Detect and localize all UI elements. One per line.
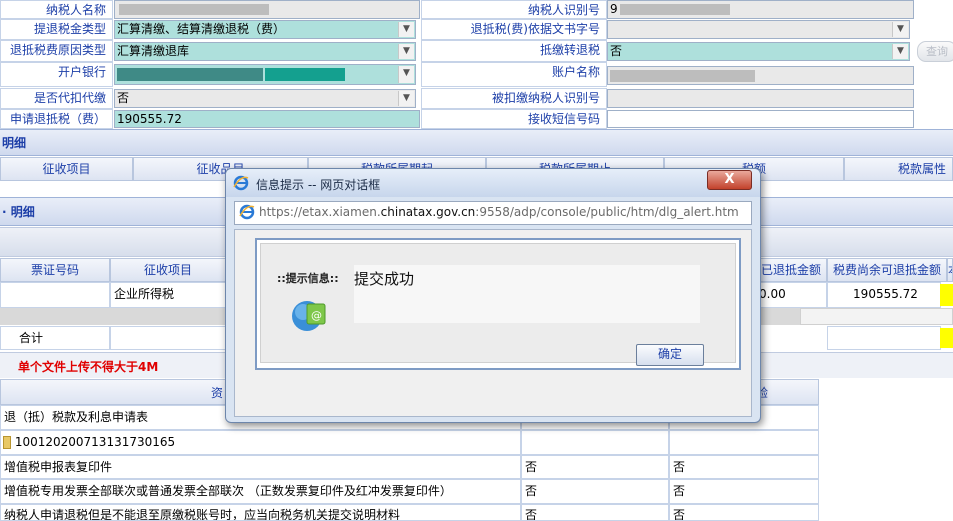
- section-title: 明细: [10, 205, 35, 219]
- page-icon: [239, 204, 255, 220]
- dialog-body: ::提示信息:: 提交成功 @ 确定: [234, 229, 752, 417]
- ok-button[interactable]: 确定: [636, 344, 704, 366]
- chevron-down-icon[interactable]: ▼: [398, 22, 414, 37]
- sms-field[interactable]: [607, 110, 914, 128]
- list-item-col-a: 否: [521, 455, 669, 479]
- refund-doc-select[interactable]: ▼: [607, 20, 910, 39]
- list-item-col-a: 否: [521, 504, 669, 521]
- transfer-value: 否: [610, 44, 623, 58]
- list-item-col-b: [669, 430, 819, 455]
- list-item[interactable]: 10012020071313173016​5: [0, 430, 521, 455]
- taxpayer-name-field: [114, 0, 420, 19]
- file-link[interactable]: 10012020071313173016​5: [15, 435, 175, 449]
- ie-icon: [233, 175, 249, 191]
- withheld-id-field[interactable]: [607, 89, 914, 108]
- list-item-col-b: 否: [669, 455, 819, 479]
- withholding-value: 否: [117, 91, 130, 105]
- total-cell: [827, 326, 941, 350]
- upload-warning: 单个文件上传不得大于4M: [18, 360, 159, 374]
- list-item-col-b: 否: [669, 504, 819, 521]
- section-marker: ·: [2, 205, 7, 219]
- withheld-id-label: 被扣缴纳税人识别号: [421, 88, 607, 109]
- list-item-col-b: 否: [669, 479, 819, 504]
- list-item-col-a: [521, 430, 669, 455]
- col-header: 税款属性: [844, 157, 953, 181]
- alert-dialog: 信息提示 -- 网页对话框 X https://etax.xiamen.chin…: [225, 168, 761, 423]
- file-icon: [3, 436, 11, 449]
- message-card: ::提示信息:: 提交成功 @ 确定: [260, 243, 736, 366]
- total-cell: [110, 326, 226, 350]
- highlight-input[interactable]: [940, 328, 953, 348]
- account-name-label: 账户名称: [421, 62, 607, 87]
- refund-type-select[interactable]: 汇算清缴、结算清缴退税（费） ▼: [114, 20, 416, 39]
- amount-label: 申请退抵税（费）额: [0, 109, 113, 145]
- col-header: 已退抵金额: [755, 258, 827, 282]
- chevron-down-icon[interactable]: ▼: [398, 44, 414, 59]
- sms-label: 接收短信号码: [421, 109, 607, 129]
- total-label: 合计: [0, 326, 110, 350]
- message-box: 提交成功: [354, 265, 700, 323]
- remaining-cell: 190555.72: [827, 282, 941, 308]
- svg-text:@: @: [311, 309, 322, 322]
- refunded-cell: 0.00: [755, 282, 827, 308]
- dialog-title: 信息提示 -- 网页对话框: [256, 178, 381, 192]
- reason-select[interactable]: 汇算清缴退库 ▼: [114, 42, 416, 61]
- url-text: https://etax.xiamen.chinatax.gov.cn:9558…: [259, 205, 739, 219]
- taxpayer-id-value: 9: [610, 2, 618, 16]
- taxpayer-id-field: 9: [607, 0, 914, 19]
- list-item: 增值税专用发票全部联次或普通发票全部联次 （正数发票复印件及红冲发票复印件）: [0, 479, 521, 504]
- refund-doc-label: 退抵税(费)依据文书字号: [421, 19, 607, 40]
- query-button[interactable]: 查询: [917, 41, 953, 62]
- chevron-down-icon[interactable]: ▼: [892, 44, 908, 59]
- chevron-down-icon[interactable]: ▼: [892, 22, 908, 37]
- reason-label: 退抵税费原因类型: [0, 40, 113, 62]
- col-header: 本: [947, 258, 953, 282]
- ticket-cell: [0, 282, 110, 308]
- list-item: 增值税申报表复印件: [0, 455, 521, 479]
- col-header: 征收项目: [0, 157, 133, 181]
- scrollbar-thumb[interactable]: [800, 308, 953, 325]
- col-header: 税费尚余可退抵金额: [827, 258, 947, 282]
- transfer-label: 抵缴转退税: [421, 40, 607, 62]
- close-button[interactable]: X: [707, 170, 752, 190]
- list-item: 纳税人申请退税但是不能退至原缴税账号时，应当向税务机关提交说明材料: [0, 504, 521, 521]
- transfer-select[interactable]: 否 ▼: [607, 42, 910, 61]
- amount-field[interactable]: 190555.72: [114, 110, 420, 128]
- message-text: 提交成功: [354, 270, 415, 288]
- col-header: 票证号码: [0, 258, 110, 282]
- close-icon: X: [724, 172, 735, 187]
- redacted-block: [620, 4, 730, 15]
- taxpayer-id-label: 纳税人识别号: [421, 0, 607, 19]
- redacted-block: [119, 4, 269, 15]
- section-header: 明细: [0, 129, 953, 156]
- redacted-block: [117, 68, 263, 81]
- item-cell: 企业所得税: [110, 282, 226, 308]
- chevron-down-icon[interactable]: ▼: [398, 91, 414, 106]
- withholding-select[interactable]: 否 ▼: [114, 89, 416, 108]
- url-bar: https://etax.xiamen.chinatax.gov.cn:9558…: [234, 201, 752, 225]
- withholding-label: 是否代扣代缴: [0, 88, 113, 109]
- account-name-field: [607, 66, 914, 85]
- info-label: ::提示信息::: [277, 272, 339, 285]
- bank-label: 开户银行: [0, 62, 113, 87]
- chevron-down-icon[interactable]: ▼: [398, 66, 414, 83]
- amount-value: 190555.72: [117, 112, 182, 126]
- redacted-block: [265, 68, 345, 81]
- reason-value: 汇算清缴退库: [117, 44, 190, 58]
- message-panel: ::提示信息:: 提交成功 @ 确定: [255, 238, 741, 370]
- refund-type-value: 汇算清缴、结算清缴退税（费）: [117, 22, 286, 36]
- col-header: 征收项目: [110, 258, 226, 282]
- redacted-block: [610, 70, 755, 82]
- dialog-titlebar[interactable]: 信息提示 -- 网页对话框 X: [226, 169, 760, 197]
- list-item-col-a: 否: [521, 479, 669, 504]
- refund-type-label: 提退税金类型: [0, 19, 113, 40]
- taxpayer-name-label: 纳税人名称: [0, 0, 113, 19]
- bank-select[interactable]: ▼: [114, 64, 416, 85]
- highlight-input[interactable]: [940, 284, 953, 306]
- mail-globe-icon: @: [289, 294, 329, 334]
